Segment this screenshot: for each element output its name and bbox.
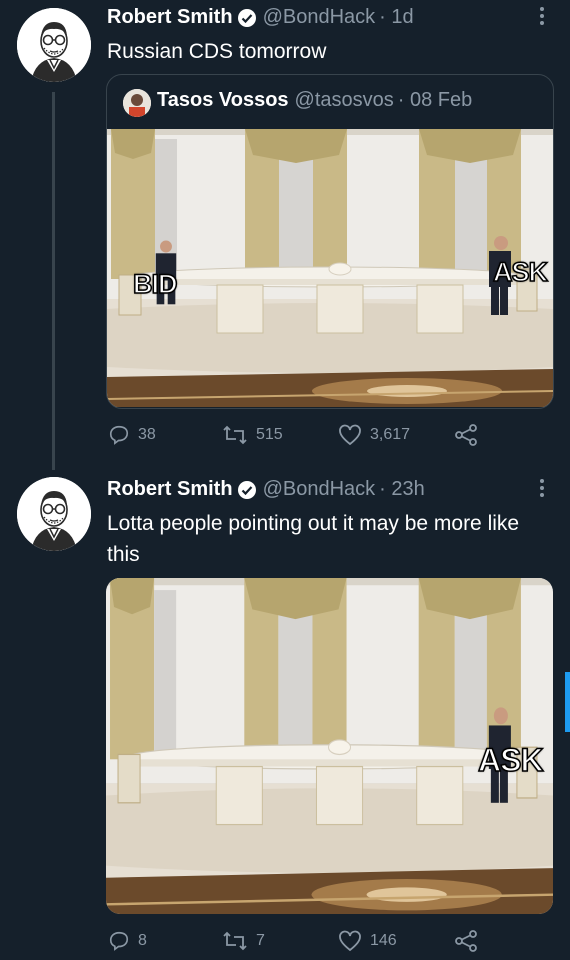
heart-icon (339, 930, 361, 952)
heart-icon (339, 424, 361, 446)
share-icon (455, 424, 477, 446)
reply-count: 8 (138, 932, 147, 949)
tweet-time[interactable]: · 1d (379, 6, 413, 29)
verified-badge-icon (237, 8, 257, 28)
tweet-actions: 8 7 146 (0, 928, 570, 958)
thread-line (52, 92, 55, 470)
retweet-count: 515 (256, 426, 283, 443)
quote-author-handle[interactable]: @tasosvos (295, 89, 394, 112)
author-name[interactable]: Robert Smith (107, 6, 233, 29)
quote-author-name[interactable]: Tasos Vossos (157, 89, 289, 112)
tweet-actions: 38 515 3,617 (0, 420, 570, 450)
share-button[interactable] (454, 930, 478, 952)
quoted-tweet-card[interactable]: Tasos Vossos @tasosvos · 08 Feb BID ASK (106, 74, 554, 409)
like-button[interactable]: 3,617 (338, 424, 410, 446)
reply-icon (109, 931, 129, 951)
verified-badge-icon (237, 480, 257, 500)
meme-label-bid: BID (132, 268, 178, 300)
quote-avatar[interactable] (123, 89, 151, 117)
share-icon (455, 930, 477, 952)
author-handle[interactable]: @BondHack (263, 6, 376, 29)
retweet-button[interactable]: 515 (222, 424, 283, 446)
tweet-header: Robert Smith @BondHack · 1d (107, 6, 414, 29)
tweet-text: Russian CDS tomorrow (107, 40, 327, 63)
retweet-icon (223, 425, 247, 445)
reply-count: 38 (138, 426, 156, 443)
retweet-button[interactable]: 7 (222, 930, 265, 952)
reply-button[interactable]: 38 (108, 424, 156, 446)
scroll-indicator[interactable] (565, 672, 570, 732)
author-name[interactable]: Robert Smith (107, 478, 233, 501)
like-button[interactable]: 146 (338, 930, 397, 952)
reply-button[interactable]: 8 (108, 930, 147, 952)
meme-label-ask: ASK (477, 741, 544, 779)
quote-time[interactable]: · 08 Feb (398, 89, 472, 112)
share-button[interactable] (454, 424, 478, 446)
like-count: 3,617 (370, 426, 411, 443)
quote-image[interactable]: BID ASK (107, 129, 553, 407)
tweet-time[interactable]: · 23h (379, 478, 425, 501)
like-count: 146 (370, 932, 397, 949)
more-icon[interactable] (534, 476, 550, 506)
avatar[interactable] (17, 477, 91, 551)
more-icon[interactable] (534, 4, 550, 34)
retweet-count: 7 (256, 932, 265, 949)
tweet-image[interactable]: ASK (106, 578, 553, 914)
tweet-header: Robert Smith @BondHack · 23h (107, 478, 425, 501)
quote-header: Tasos Vossos @tasosvos · 08 Feb (157, 89, 472, 112)
author-handle[interactable]: @BondHack (263, 478, 376, 501)
avatar[interactable] (17, 8, 91, 82)
meme-label-ask: ASK (492, 256, 549, 288)
reply-icon (109, 425, 129, 445)
tweet-text: Lotta people pointing out it may be more… (107, 512, 520, 566)
retweet-icon (223, 931, 247, 951)
